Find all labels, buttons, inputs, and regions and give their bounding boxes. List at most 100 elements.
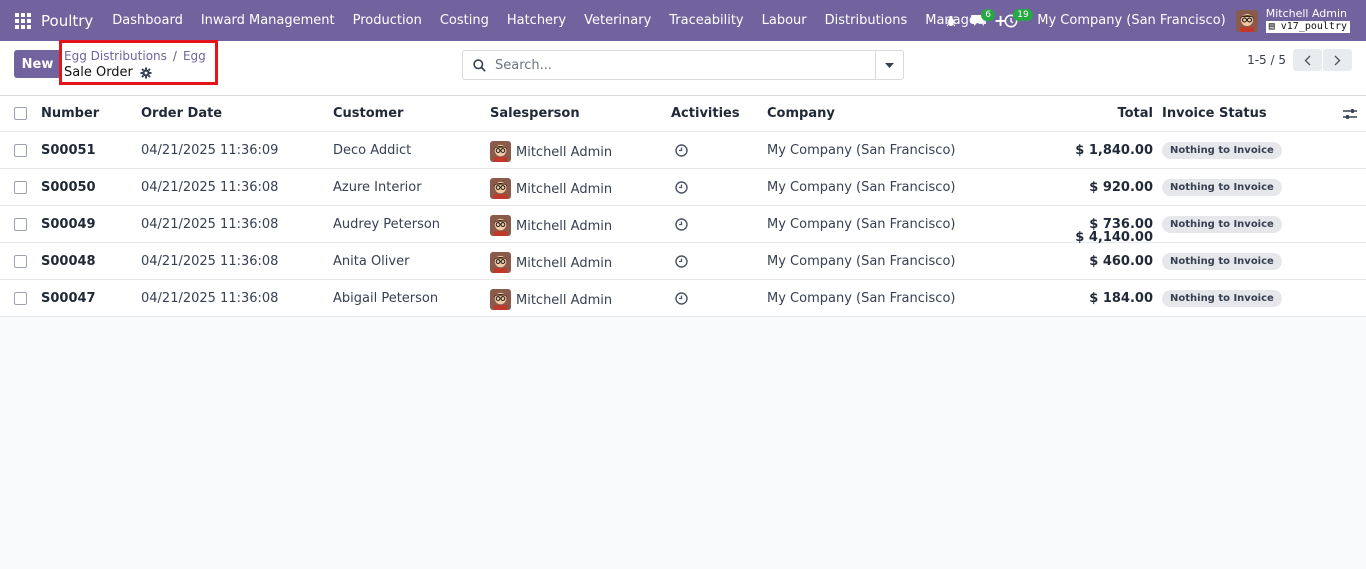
order-total: $ 920.00 (1089, 179, 1153, 195)
top-navbar: Poultry Dashboard Inward Management Prod… (0, 0, 1366, 41)
search-options-toggle[interactable] (875, 51, 903, 79)
avatar (490, 215, 511, 236)
sale-order-list: Number Order Date Customer Salesperson A… (0, 96, 1366, 317)
customer: Deco Addict (333, 142, 412, 158)
order-date: 04/21/2025 11:36:08 (141, 179, 279, 195)
order-number: S00047 (41, 290, 96, 306)
invoice-status: Nothing to Invoice (1162, 132, 1282, 168)
status-badge: Nothing to Invoice (1162, 141, 1282, 159)
activities-clock-icon[interactable]: 19 (997, 0, 1033, 41)
menu-dashboard[interactable]: Dashboard (103, 13, 192, 28)
search-input[interactable] (495, 52, 875, 78)
company: My Company (San Francisco) (767, 179, 956, 195)
breadcrumb-egg[interactable]: Egg (183, 49, 206, 63)
search-bar (462, 50, 904, 80)
order-date: 04/21/2025 11:36:08 (141, 216, 279, 232)
row-checkbox[interactable] (14, 280, 27, 316)
column-order-date[interactable]: Order Date (141, 96, 222, 131)
gear-icon[interactable] (140, 67, 152, 79)
app-name[interactable]: Poultry (41, 12, 93, 30)
column-total[interactable]: Total (1117, 96, 1153, 131)
order-number: S00049 (41, 216, 96, 232)
salesperson[interactable]: Mitchell Admin (490, 132, 612, 168)
breadcrumb: Egg Distributions / Egg (64, 49, 206, 63)
row-checkbox[interactable] (14, 206, 27, 242)
order-total: $ 184.00 (1089, 290, 1153, 306)
optional-columns-icon[interactable] (1343, 96, 1357, 131)
order-number: S00051 (41, 142, 96, 158)
list-header: Number Order Date Customer Salesperson A… (0, 96, 1366, 132)
salesperson[interactable]: Mitchell Admin (490, 169, 612, 205)
company: My Company (San Francisco) (767, 253, 956, 269)
column-company[interactable]: Company (767, 96, 835, 131)
avatar (490, 289, 511, 310)
column-number[interactable]: Number (41, 96, 99, 131)
activity-clock-icon[interactable] (675, 169, 688, 205)
pager-next-button[interactable] (1323, 49, 1352, 71)
table-row[interactable]: S00049 04/21/2025 11:36:08 Audrey Peters… (0, 206, 1366, 243)
grand-total: $ 4,140.00 (1075, 230, 1153, 245)
salesperson[interactable]: Mitchell Admin (490, 206, 612, 242)
invoice-status: Nothing to Invoice (1162, 169, 1282, 205)
menu-costing[interactable]: Costing (431, 13, 498, 28)
menu-traceability[interactable]: Traceability (660, 13, 752, 28)
row-checkbox[interactable] (14, 132, 27, 168)
customer: Anita Oliver (333, 253, 410, 269)
customer: Abigail Peterson (333, 290, 439, 306)
debug-bug-icon[interactable] (937, 0, 965, 41)
column-salesperson[interactable]: Salesperson (490, 96, 580, 131)
order-date: 04/21/2025 11:36:08 (141, 290, 279, 306)
row-checkbox[interactable] (14, 243, 27, 279)
user-avatar[interactable] (1235, 9, 1258, 32)
customer: Azure Interior (333, 179, 422, 195)
salesperson[interactable]: Mitchell Admin (490, 280, 612, 316)
activity-clock-icon[interactable] (675, 206, 688, 242)
activity-clock-icon[interactable] (675, 132, 688, 168)
column-activities[interactable]: Activities (671, 96, 740, 131)
chevron-right-icon (1334, 55, 1341, 65)
order-date: 04/21/2025 11:36:09 (141, 142, 279, 158)
messages-icon[interactable]: 6 (965, 0, 995, 41)
menu-production[interactable]: Production (344, 13, 431, 28)
database-badge: ▤ v17_poultry (1265, 21, 1350, 33)
user-name: Mitchell Admin (1265, 7, 1348, 20)
breadcrumb-separator: / (172, 49, 177, 63)
company: My Company (San Francisco) (767, 216, 956, 232)
menu-labour[interactable]: Labour (753, 13, 816, 28)
systray: 6 19 My Company (San Francisco) Mitchell… (937, 0, 1366, 41)
avatar (490, 178, 511, 199)
column-invoice-status[interactable]: Invoice Status (1162, 96, 1267, 131)
menu-hatchery[interactable]: Hatchery (498, 13, 575, 28)
select-all-checkbox[interactable] (14, 96, 27, 131)
pager-previous-button[interactable] (1293, 49, 1322, 71)
table-row[interactable]: S00048 04/21/2025 11:36:08 Anita Oliver … (0, 243, 1366, 280)
user-menu[interactable]: Mitchell Admin ▤ v17_poultry (1265, 7, 1350, 33)
menu-distributions[interactable]: Distributions (816, 13, 917, 28)
caret-down-icon (885, 62, 894, 68)
table-row[interactable]: S00050 04/21/2025 11:36:08 Azure Interio… (0, 169, 1366, 206)
column-customer[interactable]: Customer (333, 96, 403, 131)
breadcrumb-egg-distributions[interactable]: Egg Distributions (64, 49, 167, 63)
pager-value[interactable]: 1-5 / 5 (1247, 53, 1286, 67)
apps-menu-icon[interactable] (15, 12, 31, 29)
status-badge: Nothing to Invoice (1162, 289, 1282, 307)
company-switcher[interactable]: My Company (San Francisco) (1037, 13, 1225, 28)
salesperson[interactable]: Mitchell Admin (490, 243, 612, 279)
table-row[interactable]: S00047 04/21/2025 11:36:08 Abigail Peter… (0, 280, 1366, 317)
company: My Company (San Francisco) (767, 142, 956, 158)
control-panel: New Egg Distributions / Egg Sale Order 1-5… (0, 40, 1366, 96)
order-total: $ 1,840.00 (1075, 142, 1153, 158)
invoice-status: Nothing to Invoice (1162, 243, 1282, 279)
salesperson-name: Mitchell Admin (516, 292, 613, 308)
menu-veterinary[interactable]: Veterinary (575, 13, 660, 28)
activity-clock-icon[interactable] (675, 280, 688, 316)
new-button[interactable]: New (14, 50, 61, 78)
invoice-status: Nothing to Invoice (1162, 280, 1282, 316)
table-row[interactable]: S00051 04/21/2025 11:36:09 Deco Addict M… (0, 132, 1366, 169)
page-title: Sale Order (64, 65, 133, 80)
customer: Audrey Peterson (333, 216, 441, 232)
activity-clock-icon[interactable] (675, 243, 688, 279)
row-checkbox[interactable] (14, 169, 27, 205)
status-badge: Nothing to Invoice (1162, 215, 1282, 233)
menu-inward-management[interactable]: Inward Management (192, 13, 344, 28)
